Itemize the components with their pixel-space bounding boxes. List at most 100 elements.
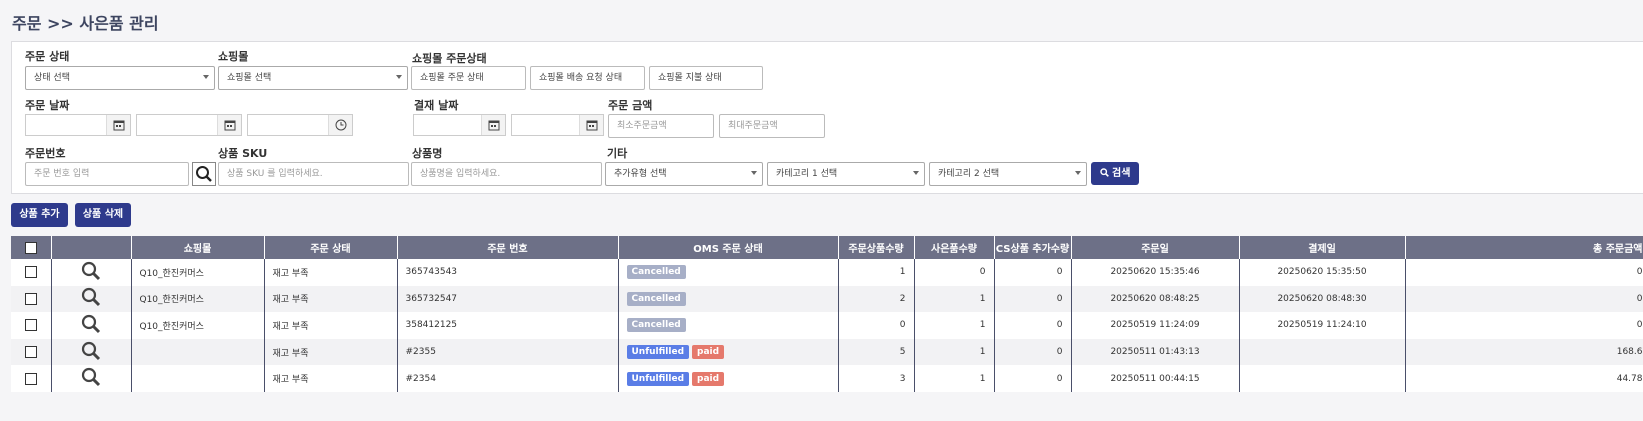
col-header-status[interactable]: 주문 상태 — [264, 236, 398, 259]
orders-table: 쇼핑몰 주문 상태 주문 번호 OMS 주문 상태 주문상품수량 사은품수량 C… — [11, 236, 1643, 392]
cell-order-date: 20250620 15:35:46 — [1071, 259, 1240, 286]
cell-oms-status: Unfulfilled paid — [618, 338, 839, 366]
table-row[interactable]: 재고 부족 #2355 Unfulfilled paid 5 1 0 20250511 01:… — [11, 338, 1643, 366]
order-status-select[interactable]: 상태 선택 — [25, 66, 215, 90]
product-name-input[interactable]: 상품명을 입력하세요. — [411, 162, 602, 186]
chevron-down-icon — [203, 75, 209, 79]
row-detail-cell[interactable] — [51, 285, 132, 313]
row-detail-cell[interactable] — [51, 259, 132, 286]
col-header-mall[interactable]: 쇼핑몰 — [131, 236, 265, 259]
max-amount-input[interactable]: 최대주문금액 — [719, 114, 825, 138]
oms-status-badge: Unfulfilled — [626, 371, 690, 386]
pay-date-end[interactable] — [511, 114, 604, 136]
cell-pay-date — [1239, 365, 1406, 392]
table-row[interactable]: Q10_한진커머스 재고 부족 358412125 Cancelled 0 1 0 20250… — [11, 312, 1643, 339]
cell-total: 0 — [1405, 285, 1643, 313]
row-checkbox[interactable] — [24, 372, 37, 385]
calendar-icon[interactable] — [579, 115, 603, 135]
table-header-row: 쇼핑몰 주문 상태 주문 번호 OMS 주문 상태 주문상품수량 사은품수량 C… — [11, 236, 1643, 259]
order-date-end[interactable] — [136, 114, 242, 136]
cell-pay-date: 20250620 15:35:50 — [1239, 259, 1406, 286]
cell-mall: Q10_한진커머스 — [131, 285, 265, 313]
row-detail-cell[interactable] — [51, 338, 132, 366]
search-button[interactable]: 검색 — [1091, 162, 1139, 185]
cell-cs-qty: 0 — [994, 285, 1072, 313]
cell-status: 재고 부족 — [264, 312, 398, 339]
pay-date-start[interactable] — [413, 114, 506, 136]
category1-select[interactable]: 카테고리 1 선택 — [767, 162, 925, 186]
table-row[interactable]: 재고 부족 #2354 Unfulfilled paid 3 1 0 20250511 00:… — [11, 365, 1643, 392]
cell-pay-date: 20250620 08:48:30 — [1239, 285, 1406, 313]
select-all-checkbox[interactable] — [24, 241, 37, 254]
col-header-order-date[interactable]: 주문일 — [1071, 236, 1240, 259]
col-header-oms-status[interactable]: OMS 주문 상태 — [618, 236, 839, 259]
extra-type-select[interactable]: 추가유형 선택 — [605, 162, 763, 186]
oms-status-badge: Cancelled — [626, 318, 686, 333]
col-header-order-no[interactable]: 주문 번호 — [397, 236, 619, 259]
order-no-search-button[interactable] — [192, 162, 216, 186]
col-header-cs-qty[interactable]: CS상품 추가수량 — [994, 236, 1072, 259]
product-name-label: 상품명 — [412, 147, 443, 160]
order-no-input[interactable]: 주문 번호 입력 — [25, 162, 189, 186]
table-row[interactable]: Q10_한진커머스 재고 부족 365743543 Cancelled 1 0 0 20250… — [11, 259, 1643, 286]
cell-mall — [131, 338, 265, 366]
min-amount-input[interactable]: 최소주문금액 — [608, 114, 714, 138]
sku-input[interactable]: 상품 SKU 를 입력하세요. — [218, 162, 409, 186]
calendar-icon[interactable] — [481, 115, 505, 135]
chevron-down-icon — [751, 171, 757, 175]
cell-oms-status: Cancelled — [618, 312, 839, 339]
cell-pay-date — [1239, 338, 1406, 366]
oms-status-badge: Cancelled — [626, 291, 686, 306]
add-product-button[interactable]: 상품 추가 — [11, 203, 68, 227]
row-detail-cell[interactable] — [51, 365, 132, 392]
row-select-cell — [11, 259, 52, 286]
table-row[interactable]: Q10_한진커머스 재고 부족 365732547 Cancelled 2 1 0 20250… — [11, 285, 1643, 313]
chevron-down-icon — [1075, 171, 1081, 175]
cell-order-no: #2354 — [397, 365, 619, 392]
order-time[interactable] — [247, 114, 353, 136]
mall-value: 쇼핑몰 선택 — [227, 73, 272, 83]
row-checkbox[interactable] — [24, 266, 37, 279]
mall-label: 쇼핑몰 — [218, 50, 249, 63]
etc-label: 기타 — [607, 147, 628, 160]
cell-order-date: 20250620 08:48:25 — [1071, 285, 1240, 313]
cell-qty: 5 — [838, 338, 915, 366]
select-all-header — [11, 236, 52, 259]
order-date-start[interactable] — [25, 114, 131, 136]
sku-label: 상품 SKU — [218, 147, 268, 160]
row-checkbox[interactable] — [24, 292, 37, 305]
row-select-cell — [11, 338, 52, 366]
magnifier-icon — [81, 261, 101, 280]
mall-select[interactable]: 쇼핑몰 선택 — [218, 66, 408, 90]
payment-status-badge: paid — [692, 345, 725, 360]
delete-product-button[interactable]: 상품 삭제 — [75, 203, 131, 227]
mall-payment-status-field[interactable]: 쇼핑몰 지불 상태 — [649, 66, 763, 90]
search-icon — [1099, 168, 1109, 177]
cell-cs-qty: 0 — [994, 312, 1072, 339]
magnifier-icon — [81, 288, 101, 307]
category2-select[interactable]: 카테고리 2 선택 — [929, 162, 1087, 186]
category2-value: 카테고리 2 선택 — [938, 169, 1000, 179]
col-header-total[interactable]: 총 주문금액 — [1405, 236, 1643, 259]
cell-oms-status: Unfulfilled paid — [618, 365, 839, 392]
col-header-pay-date[interactable]: 결제일 — [1239, 236, 1406, 259]
row-detail-cell[interactable] — [51, 312, 132, 339]
cell-mall: Q10_한진커머스 — [131, 259, 265, 286]
mall-shipping-status-field[interactable]: 쇼핑몰 배송 요청 상태 — [530, 66, 645, 90]
cell-status: 재고 부족 — [264, 259, 398, 286]
mall-order-status-field[interactable]: 쇼핑몰 주문 상태 — [411, 66, 526, 90]
mall-order-status-label: 쇼핑몰 주문상태 — [412, 52, 487, 65]
cell-order-date: 20250511 01:43:13 — [1071, 338, 1240, 366]
clock-icon[interactable] — [328, 115, 352, 135]
calendar-icon[interactable] — [106, 115, 130, 135]
chevron-down-icon — [913, 171, 919, 175]
magnifier-icon — [81, 341, 101, 360]
order-status-label: 주문 상태 — [25, 50, 70, 63]
calendar-icon[interactable] — [217, 115, 241, 135]
col-header-qty[interactable]: 주문상품수량 — [838, 236, 915, 259]
col-header-gift-qty[interactable]: 사은품수량 — [914, 236, 995, 259]
row-checkbox[interactable] — [24, 319, 37, 332]
cell-total: 0 — [1405, 312, 1643, 339]
order-status-value: 상태 선택 — [34, 73, 70, 83]
row-checkbox[interactable] — [24, 346, 37, 359]
